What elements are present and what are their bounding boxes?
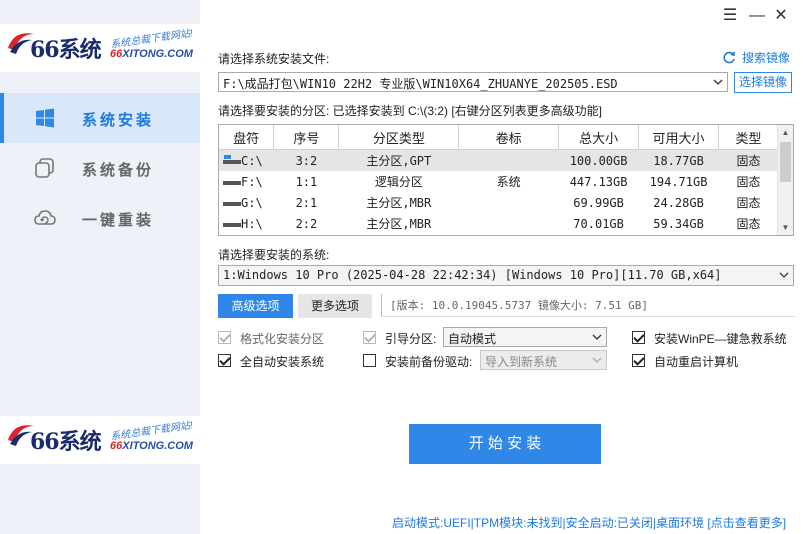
table-row[interactable]: H:\ 2:2 主分区,MBR 70.01GB 59.34GB 固态: [219, 213, 779, 234]
chevron-down-icon: [592, 334, 602, 340]
choose-image-button[interactable]: 选择镜像: [734, 72, 792, 93]
column-header[interactable]: 序号: [273, 125, 340, 150]
copy-icon: [35, 158, 54, 178]
status-bar[interactable]: 启动模式:UEFI|TPM模块:未找到|安全启动:已关闭|桌面环境 [点击查看更…: [392, 514, 786, 531]
scroll-down-icon[interactable]: ▼: [781, 223, 790, 232]
system-value: 1:Windows 10 Pro (2025-04-28 22:42:34) […: [223, 268, 722, 282]
nav-item-system-backup[interactable]: 系统备份: [0, 143, 200, 193]
install-file-path: F:\成品打包\WIN10 22H2 专业版\WIN10X64_ZHUANYE_…: [223, 77, 618, 91]
windows-icon: [36, 108, 54, 128]
chevron-down-icon: [592, 357, 602, 363]
auto-install-checkbox[interactable]: [218, 354, 231, 367]
column-header[interactable]: 可用大小: [638, 125, 720, 150]
refresh-icon: [723, 51, 735, 63]
logo-brand: 66系统: [30, 429, 102, 455]
boot-partition-label: 引导分区:: [385, 332, 437, 346]
partition-label: 请选择要安装的分区: 已选择安装到 C:\(3:2) [右键分区列表更多高级功能…: [218, 104, 603, 118]
drive-icon: [223, 222, 241, 227]
tab-more-options[interactable]: 更多选项: [298, 294, 372, 318]
drive-windows-icon: [223, 154, 241, 164]
table-scrollbar[interactable]: ▲ ▼: [777, 125, 793, 235]
column-header[interactable]: 卷标: [458, 125, 560, 150]
auto-install-label: 全自动安装系统: [240, 355, 325, 369]
version-info: [版本: 10.0.19045.5737 镜像大小: 7.51 GB]: [390, 299, 649, 312]
format-partition-label: 格式化安装分区: [240, 332, 325, 346]
cloud-refresh-icon: [34, 210, 56, 225]
format-partition-checkbox[interactable]: [218, 331, 231, 344]
column-header[interactable]: 总大小: [558, 125, 640, 150]
logo-slogan: 系统总裁下载网站!: [109, 28, 194, 51]
drive-icon: [223, 201, 241, 206]
bottom-logo: 66系统 系统总裁下载网站! 66XITONG.COM: [0, 416, 200, 464]
nav-item-system-install[interactable]: 系统安装: [0, 93, 200, 143]
auto-reboot-checkbox[interactable]: [632, 354, 645, 367]
driver-import-value: 导入到新系统: [485, 355, 558, 369]
logo-slogan: 系统总裁下载网站!: [109, 420, 194, 443]
table-row[interactable]: F:\ 1:1 逻辑分区 系统 447.13GB 194.71GB 固态: [219, 171, 779, 192]
backup-driver-checkbox[interactable]: [363, 354, 376, 367]
install-winpe-checkbox[interactable]: [632, 331, 645, 344]
partition-table[interactable]: 盘符 序号 分区类型 卷标 总大小 可用大小 类型 C:\ 3:2 主分区,GP…: [218, 124, 794, 236]
backup-driver-label: 安装前备份驱动:: [385, 355, 473, 369]
auto-reboot-label: 自动重启计算机: [654, 355, 739, 369]
boot-mode-value: 自动模式: [448, 332, 497, 346]
menu-icon[interactable]: ☰: [720, 6, 740, 26]
sidebar: 66系统 系统总裁下载网站! 66XITONG.COM 系统安装 系统备份 一键…: [0, 0, 200, 534]
nav-label: 一键重装: [82, 212, 155, 229]
logo-domain: 66XITONG.COM: [110, 48, 193, 60]
column-header[interactable]: 类型: [718, 125, 779, 150]
start-install-button[interactable]: 开 始 安 装: [409, 424, 601, 464]
top-logo: 66系统 系统总裁下载网站! 66XITONG.COM: [0, 24, 200, 72]
column-header[interactable]: 分区类型: [338, 125, 460, 150]
scrollbar-thumb[interactable]: [780, 142, 791, 182]
column-header[interactable]: 盘符: [219, 125, 275, 150]
table-row[interactable]: C:\ 3:2 主分区,GPT 100.00GB 18.77GB 固态: [219, 149, 779, 171]
boot-partition-checkbox[interactable]: [363, 331, 376, 344]
table-row[interactable]: G:\ 2:1 主分区,MBR 69.99GB 24.28GB 固态: [219, 192, 779, 213]
install-file-label: 请选择系统安装文件:: [218, 52, 330, 66]
logo-domain: 66XITONG.COM: [110, 440, 193, 452]
logo-brand: 66系统: [30, 37, 102, 63]
tab-advanced-options[interactable]: 高级选项: [218, 294, 293, 318]
install-winpe-label: 安装WinPE—键急救系统: [654, 332, 787, 346]
scroll-up-icon[interactable]: ▲: [781, 128, 790, 137]
nav-label: 系统备份: [82, 162, 155, 179]
driver-import-select[interactable]: 导入到新系统: [480, 350, 607, 370]
boot-mode-select[interactable]: 自动模式: [443, 327, 607, 347]
system-select[interactable]: 1:Windows 10 Pro (2025-04-28 22:42:34) […: [218, 265, 794, 286]
search-image-link[interactable]: 搜索镜像: [722, 49, 790, 66]
table-header: 盘符 序号 分区类型 卷标 总大小 可用大小 类型: [219, 125, 779, 150]
close-button[interactable]: ✕: [771, 6, 791, 26]
search-image-label: 搜索镜像: [742, 51, 791, 65]
system-label: 请选择要安装的系统:: [218, 248, 330, 262]
chevron-down-icon: [713, 79, 723, 85]
version-info-box: [版本: 10.0.19045.5737 镜像大小: 7.51 GB]: [381, 294, 795, 317]
minimize-button[interactable]: —: [747, 6, 767, 26]
install-file-select[interactable]: F:\成品打包\WIN10 22H2 专业版\WIN10X64_ZHUANYE_…: [218, 72, 728, 92]
nav-label: 系统安装: [82, 112, 155, 129]
drive-icon: [223, 180, 241, 185]
nav-item-one-key-reinstall[interactable]: 一键重装: [0, 193, 200, 243]
chevron-down-icon: [779, 272, 789, 278]
